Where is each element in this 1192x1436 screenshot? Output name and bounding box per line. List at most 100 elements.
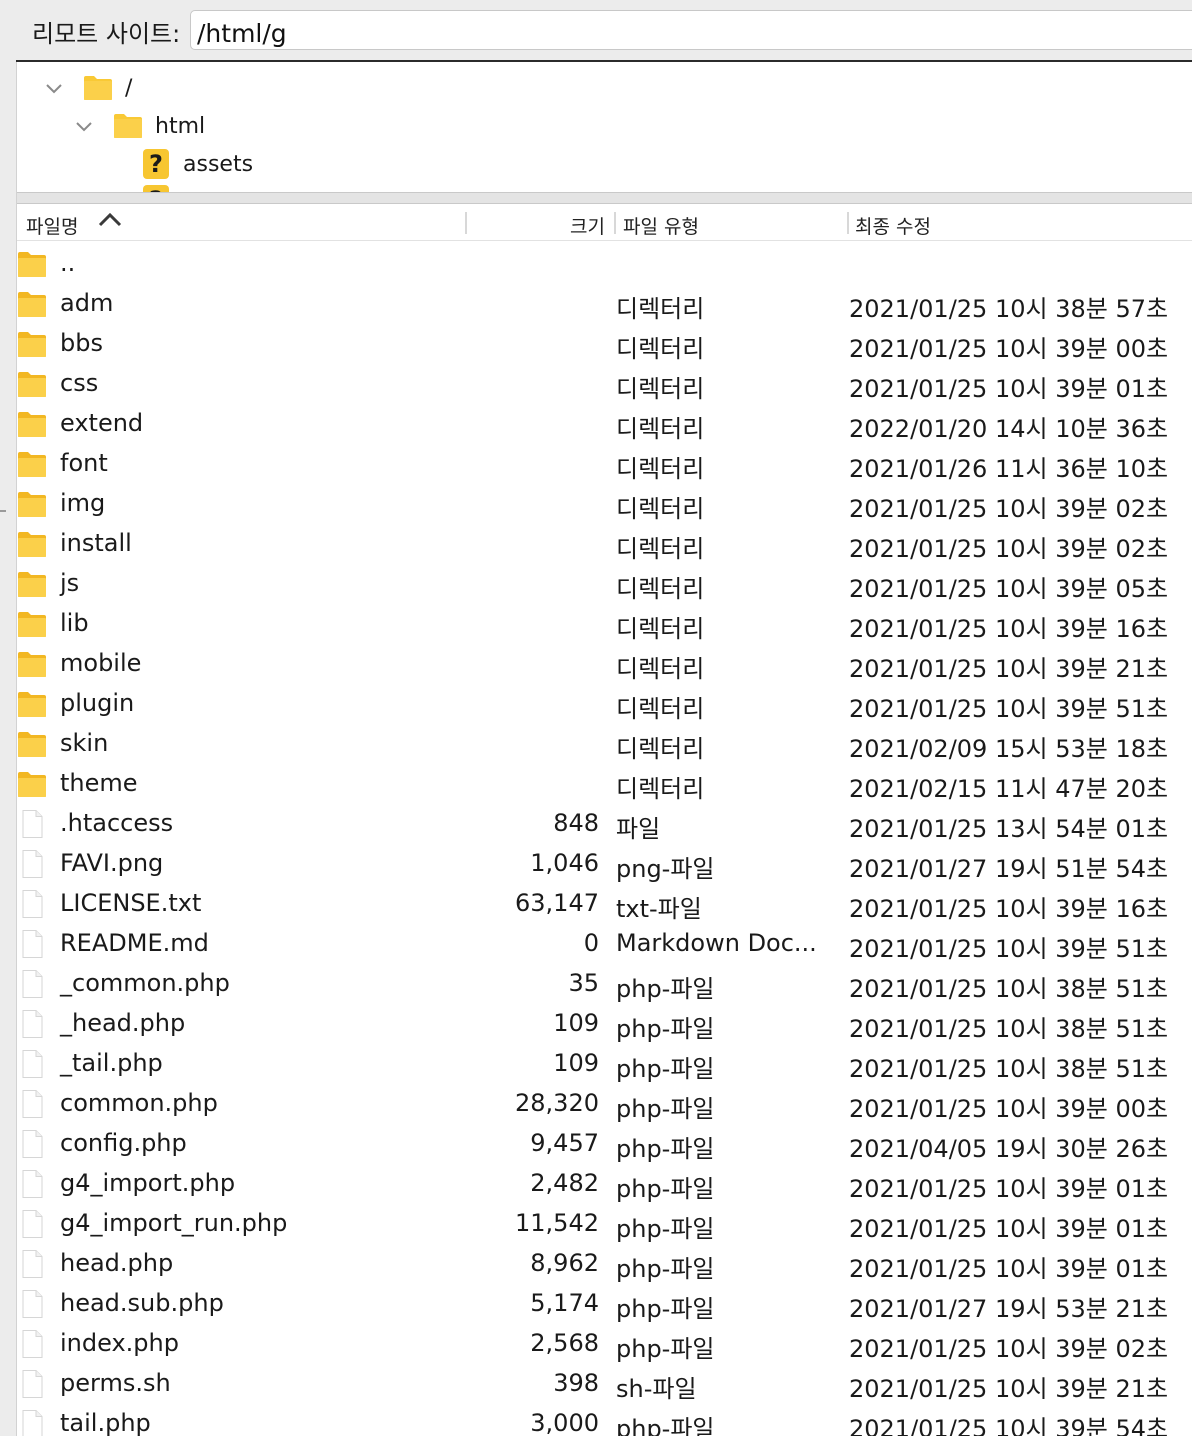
file-type: 디렉터리: [616, 295, 705, 323]
file-row[interactable]: _head.php 109 php-파일 2021/01/25 10시 38분 51초: [17, 1004, 1192, 1044]
file-row[interactable]: plugin 디렉터리 2021/01/25 10시 39분 51초: [17, 684, 1192, 724]
file-name: skin: [60, 729, 109, 757]
file-type: 디렉터리: [616, 495, 705, 523]
file-icon: [22, 1050, 43, 1078]
file-row[interactable]: install 디렉터리 2021/01/25 10시 39분 02초: [17, 524, 1192, 564]
file-row[interactable]: index.php 2,568 php-파일 2021/01/25 10시 39분 0…: [17, 1324, 1192, 1364]
file-row[interactable]: skin 디렉터리 2021/02/09 15시 53분 18초: [17, 724, 1192, 764]
file-row[interactable]: common.php 28,320 php-파일 2021/01/25 10시 39분…: [17, 1084, 1192, 1124]
file-name: _head.php: [60, 1009, 186, 1037]
file-size: 35: [568, 969, 599, 997]
file-row[interactable]: perms.sh 398 sh-파일 2021/01/25 10시 39분 21초: [17, 1364, 1192, 1404]
folder-icon: [18, 772, 46, 797]
file-name: ..: [60, 249, 76, 277]
tree-item-root[interactable]: /: [43, 70, 132, 106]
remote-site-label: 리모트 사이트:: [32, 20, 181, 48]
tree-item-html[interactable]: html: [73, 108, 205, 144]
column-modified-header[interactable]: 최종 수정: [855, 212, 931, 239]
column-resize-handle[interactable]: [614, 212, 616, 234]
file-row[interactable]: config.php 9,457 php-파일 2021/04/05 19시 30분 …: [17, 1124, 1192, 1164]
file-modified: 2021/01/25 10시 39분 54초: [849, 1415, 1169, 1436]
sort-ascending-icon[interactable]: [97, 210, 123, 230]
file-modified: 2021/01/25 10시 39분 51초: [849, 695, 1169, 723]
panel-splitter[interactable]: [17, 192, 1192, 204]
file-type: png-파일: [616, 855, 715, 883]
file-type: php-파일: [616, 1015, 715, 1043]
file-size: 109: [553, 1009, 599, 1037]
folder-icon: [18, 652, 46, 677]
file-modified: 2022/01/20 14시 10분 36초: [849, 415, 1169, 443]
file-icon: [22, 1290, 43, 1318]
file-size: 1,046: [530, 849, 599, 877]
file-modified: 2021/01/25 10시 39분 01초: [849, 1175, 1169, 1203]
unknown-folder-icon: ?: [143, 149, 169, 179]
file-row[interactable]: ..: [17, 244, 1192, 284]
file-type: php-파일: [616, 1175, 715, 1203]
file-modified: 2021/01/25 10시 39분 21초: [849, 655, 1169, 683]
file-name: _tail.php: [60, 1049, 163, 1077]
file-row[interactable]: _common.php 35 php-파일 2021/01/25 10시 38분 51…: [17, 964, 1192, 1004]
file-row[interactable]: FAVI.png 1,046 png-파일 2021/01/27 19시 51분 54…: [17, 844, 1192, 884]
file-row[interactable]: head.sub.php 5,174 php-파일 2021/01/27 19시 53…: [17, 1284, 1192, 1324]
chevron-down-icon[interactable]: [43, 77, 65, 99]
file-name: bbs: [60, 329, 103, 357]
file-row[interactable]: _tail.php 109 php-파일 2021/01/25 10시 38분 51초: [17, 1044, 1192, 1084]
file-row[interactable]: bbs 디렉터리 2021/01/25 10시 39분 00초: [17, 324, 1192, 364]
file-row[interactable]: g4_import_run.php 11,542 php-파일 2021/01/25 …: [17, 1204, 1192, 1244]
file-size: 9,457: [530, 1129, 599, 1157]
tree-item-label: /: [125, 75, 133, 101]
file-size: 109: [553, 1049, 599, 1077]
file-row[interactable]: .htaccess 848 파일 2021/01/25 13시 54분 01초: [17, 804, 1192, 844]
file-row[interactable]: README.md 0 Markdown Doc... 2021/01/25 10시 …: [17, 924, 1192, 964]
remote-path-input[interactable]: /html/g: [190, 10, 1192, 50]
column-name-header[interactable]: 파일명: [26, 212, 78, 239]
remote-site-bar: 리모트 사이트: /html/g: [0, 0, 1192, 62]
file-icon: [22, 890, 43, 918]
file-row[interactable]: adm 디렉터리 2021/01/25 10시 38분 57초: [17, 284, 1192, 324]
file-row[interactable]: css 디렉터리 2021/01/25 10시 39분 01초: [17, 364, 1192, 404]
folder-icon: [18, 252, 46, 277]
file-modified: 2021/01/27 19시 53분 21초: [849, 1295, 1169, 1323]
file-name: .htaccess: [60, 809, 174, 837]
file-row[interactable]: theme 디렉터리 2021/02/15 11시 47분 20초: [17, 764, 1192, 804]
file-size: 5,174: [530, 1289, 599, 1317]
column-resize-handle[interactable]: [465, 212, 467, 234]
file-row[interactable]: g4_import.php 2,482 php-파일 2021/01/25 10시 3…: [17, 1164, 1192, 1204]
file-row[interactable]: img 디렉터리 2021/01/25 10시 39분 02초: [17, 484, 1192, 524]
file-row[interactable]: extend 디렉터리 2022/01/20 14시 10분 36초: [17, 404, 1192, 444]
file-row[interactable]: tail.php 3,000 php-파일 2021/01/25 10시 39분 54…: [17, 1404, 1192, 1436]
file-row[interactable]: js 디렉터리 2021/01/25 10시 39분 05초: [17, 564, 1192, 604]
file-modified: 2021/01/25 10시 39분 01초: [849, 1255, 1169, 1283]
file-modified: 2021/01/25 10시 38분 51초: [849, 975, 1169, 1003]
file-row[interactable]: LICENSE.txt 63,147 txt-파일 2021/01/25 10시 39…: [17, 884, 1192, 924]
column-size-header[interactable]: 크기: [570, 212, 605, 239]
file-name: theme: [60, 769, 138, 797]
remote-file-list[interactable]: 파일명 크기 파일 유형 최종 수정 .. adm 디렉터리 2021/01/25 1…: [17, 204, 1192, 1436]
column-resize-handle[interactable]: [847, 212, 849, 234]
file-type: 파일: [616, 815, 661, 843]
file-name: perms.sh: [60, 1369, 171, 1397]
folder-icon: [18, 532, 46, 557]
file-name: plugin: [60, 689, 135, 717]
file-type: php-파일: [616, 1255, 715, 1283]
folder-icon: [18, 452, 46, 477]
file-row[interactable]: mobile 디렉터리 2021/01/25 10시 39분 21초: [17, 644, 1192, 684]
file-row[interactable]: lib 디렉터리 2021/01/25 10시 39분 16초: [17, 604, 1192, 644]
file-modified: 2021/01/27 19시 51분 54초: [849, 855, 1169, 883]
remote-directory-tree[interactable]: / html ? assets ?: [17, 62, 1192, 192]
file-modified: 2021/02/15 11시 47분 20초: [849, 775, 1169, 803]
file-name: img: [60, 489, 106, 517]
tree-item-partial[interactable]: ?: [143, 182, 183, 192]
chevron-down-icon[interactable]: [73, 115, 95, 137]
file-size: 3,000: [530, 1409, 599, 1436]
column-type-header[interactable]: 파일 유형: [623, 212, 699, 239]
file-modified: 2021/01/25 10시 39분 05초: [849, 575, 1169, 603]
file-type: php-파일: [616, 1415, 715, 1436]
file-type: sh-파일: [616, 1375, 697, 1403]
file-row[interactable]: font 디렉터리 2021/01/26 11시 36분 10초: [17, 444, 1192, 484]
file-row[interactable]: head.php 8,962 php-파일 2021/01/25 10시 39분 01…: [17, 1244, 1192, 1284]
file-icon: [22, 1090, 43, 1118]
tree-item-assets[interactable]: ? assets: [143, 146, 253, 182]
left-pane-edge: [0, 0, 17, 1436]
file-modified: 2021/01/25 10시 39분 00초: [849, 335, 1169, 363]
